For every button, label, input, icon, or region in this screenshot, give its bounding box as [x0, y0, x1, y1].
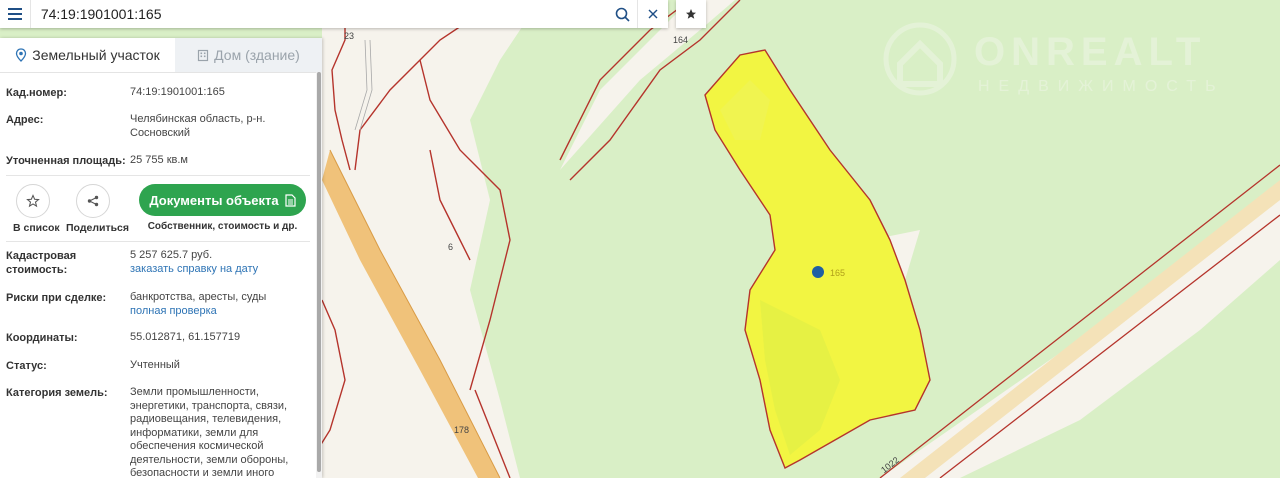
- info-value: Учтенный: [130, 359, 180, 371]
- search-button[interactable]: [607, 0, 637, 28]
- map-label: 178: [454, 425, 470, 435]
- scrollbar-thumb[interactable]: [317, 72, 321, 472]
- info-value: Челябинская область, р-н. Сосновский: [130, 113, 266, 139]
- clear-button[interactable]: [637, 0, 668, 28]
- add-to-list-button[interactable]: [16, 184, 50, 218]
- map-label: 6: [448, 242, 454, 252]
- watermark-title: ONREALT: [974, 30, 1207, 74]
- object-info-panel: Земельный участок Дом (здание) Кад.номер…: [0, 38, 322, 478]
- divider: [6, 175, 310, 176]
- tab-bar: Земельный участок Дом (здание): [0, 38, 322, 73]
- cost-value: 5 257 625.7 руб.: [130, 249, 213, 261]
- info-label: Кадастровая стоимость:: [6, 250, 77, 276]
- menu-button[interactable]: [0, 0, 31, 28]
- tab-label: Земельный участок: [32, 47, 160, 63]
- star-icon: [686, 9, 696, 19]
- document-icon: [285, 193, 296, 207]
- full-check-link[interactable]: полная проверка: [130, 305, 217, 317]
- map-label: 164: [673, 35, 689, 45]
- share-icon: [87, 195, 99, 207]
- info-label: Статус:: [6, 360, 47, 372]
- close-icon: [648, 9, 658, 19]
- share-button[interactable]: [76, 184, 110, 218]
- search-input[interactable]: [30, 1, 608, 27]
- hamburger-icon: [7, 8, 22, 20]
- info-label: Координаты:: [6, 332, 78, 344]
- building-icon: [198, 49, 209, 61]
- cadastral-number-link[interactable]: 74:19:1901001:165: [130, 86, 300, 100]
- docs-subtitle: Собственник, стоимость и др.: [147, 221, 298, 232]
- tab-land-plot[interactable]: Земельный участок: [0, 38, 175, 72]
- add-to-list-label: В список: [13, 222, 60, 234]
- parcel-number-label: 165: [830, 268, 846, 278]
- tab-house[interactable]: Дом (здание): [175, 38, 322, 72]
- info-label: Уточненная площадь:: [6, 155, 126, 167]
- info-value: Земли промышленности, энергетики, трансп…: [130, 386, 289, 478]
- search-bar: [0, 0, 668, 28]
- order-certificate-link[interactable]: заказать справку на дату: [130, 263, 258, 275]
- watermark-logo: ONREALT НЕДВИЖИМОСТЬ: [878, 14, 1216, 109]
- info-label: Категория земель:: [6, 387, 108, 399]
- docs-button-label: Документы объекта: [149, 192, 279, 208]
- info-label: Кад.номер:: [6, 87, 67, 99]
- watermark-subtitle: НЕДВИЖИМОСТЬ: [978, 78, 1225, 95]
- tab-label: Дом (здание): [214, 47, 300, 63]
- info-value: 5 257 625.7 руб. заказать справку на дат…: [130, 249, 300, 276]
- parcel-marker: [812, 266, 824, 278]
- risks-value: банкротства, аресты, суды: [130, 291, 267, 303]
- info-value: 55.012871, 61.157719: [130, 331, 241, 343]
- divider: [6, 241, 310, 242]
- star-outline-icon: [26, 194, 40, 208]
- map-pin-icon: [16, 48, 27, 62]
- object-documents-button[interactable]: Документы объекта: [139, 184, 306, 216]
- info-label: Адрес:: [6, 114, 44, 126]
- search-icon: [615, 7, 630, 22]
- info-value: 25 755 кв.м: [130, 154, 188, 166]
- favorites-button[interactable]: [676, 0, 706, 28]
- info-label: Риски при сделке:: [6, 292, 107, 304]
- map-label: 23: [344, 31, 355, 41]
- share-label: Поделиться: [66, 222, 130, 234]
- panel-scrollbar[interactable]: [316, 72, 322, 478]
- watermark-house-icon: [883, 22, 957, 96]
- info-value: банкротства, аресты, суды полная проверк…: [130, 291, 300, 318]
